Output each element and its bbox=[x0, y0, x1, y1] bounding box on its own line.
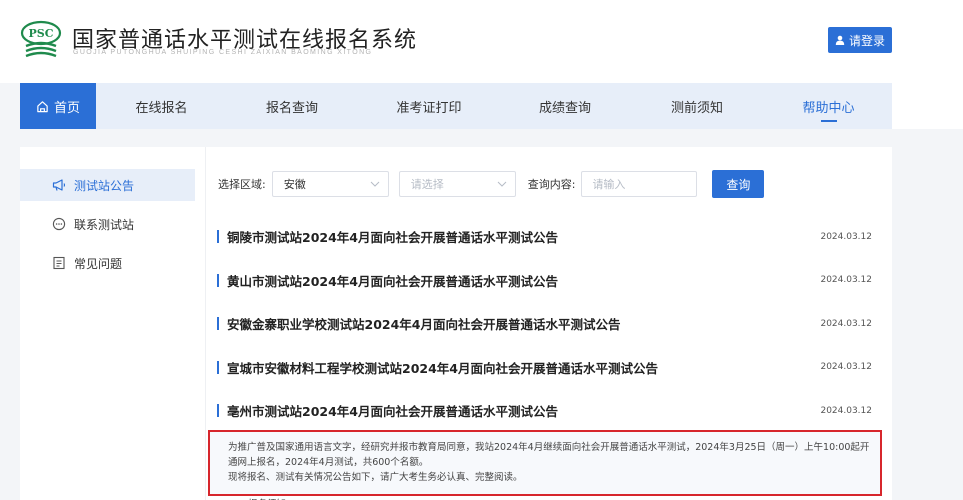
notice-title[interactable]: 宣城市安徽材料工程学校测试站2024年4月面向社会开展普通话水平测试公告 bbox=[227, 358, 658, 377]
notice-detail-excerpt: 为推广普及国家通用语言文字，经研究并报市教育局同意，我站2024年4月继续面向社… bbox=[208, 430, 882, 496]
main-nav: 首页 在线报名 报名查询 准考证打印 成绩查询 测前须知 帮助中心 bbox=[20, 83, 892, 129]
svg-text:PSC: PSC bbox=[29, 27, 54, 40]
nav-home-label: 首页 bbox=[53, 100, 80, 116]
nav-online-register[interactable]: 在线报名 bbox=[96, 83, 227, 129]
title-marker bbox=[217, 230, 219, 244]
filter-bar: 选择区域: 安徽 请选择 查询内容: 查询 bbox=[218, 170, 765, 198]
nav-register-query[interactable]: 报名查询 bbox=[227, 83, 357, 129]
city-select-placeholder: 请选择 bbox=[410, 178, 444, 191]
city-select[interactable]: 请选择 bbox=[398, 171, 516, 197]
notice-title[interactable]: 安徽金寨职业学校测试站2024年4月面向社会开展普通话水平测试公告 bbox=[227, 314, 621, 333]
megaphone-icon bbox=[52, 179, 66, 191]
province-select[interactable]: 安徽 bbox=[271, 171, 389, 197]
sidebar-item-faq[interactable]: 常见问题 bbox=[20, 247, 195, 279]
title-marker bbox=[217, 317, 219, 331]
sidebar: 测试站公告 联系测试站 常见问题 bbox=[20, 169, 195, 286]
nav-home[interactable]: 首页 bbox=[20, 83, 96, 129]
notice-list: 铜陵市测试站2024年4月面向社会开展普通话水平测试公告 2024.03.12 … bbox=[216, 215, 872, 433]
detail-paragraph: 现将报名、测试有关情况公告如下，请广大考生务必认真、完整阅读。 bbox=[228, 472, 523, 483]
notice-date: 2024.03.12 bbox=[820, 275, 872, 286]
login-button[interactable]: 请登录 bbox=[828, 27, 892, 53]
chevron-down-icon bbox=[497, 181, 507, 187]
notice-title[interactable]: 铜陵市测试站2024年4月面向社会开展普通话水平测试公告 bbox=[227, 227, 558, 246]
nav-pre-test-notes[interactable]: 测前须知 bbox=[629, 83, 765, 129]
site-header: PSC 国家普通话水平测试在线报名系统 GUOJIA PUTONGHUA SHU… bbox=[0, 0, 963, 83]
query-input[interactable] bbox=[581, 171, 698, 197]
panel-divider bbox=[205, 147, 206, 500]
chat-icon bbox=[52, 217, 66, 231]
main-panel: 测试站公告 联系测试站 常见问题 选择区域: 安徽 请选择 查询内容: 请输入 … bbox=[20, 147, 892, 500]
title-marker bbox=[217, 404, 219, 418]
notice-date: 2024.03.12 bbox=[820, 362, 872, 373]
nav-score-query[interactable]: 成绩查询 bbox=[501, 83, 629, 129]
notice-title[interactable]: 亳州市测试站2024年4月面向社会开展普通话水平测试公告 bbox=[227, 401, 558, 420]
login-label: 请登录 bbox=[848, 33, 885, 48]
sidebar-item-station-notices[interactable]: 测试站公告 bbox=[20, 169, 195, 201]
notice-item[interactable]: 铜陵市测试站2024年4月面向社会开展普通话水平测试公告 2024.03.12 bbox=[216, 215, 872, 259]
notice-date: 2024.03.12 bbox=[820, 231, 872, 242]
region-label: 选择区域: bbox=[218, 178, 266, 191]
sidebar-item-label: 常见问题 bbox=[74, 256, 123, 271]
province-select-value: 安徽 bbox=[283, 178, 306, 191]
sidebar-item-contact-station[interactable]: 联系测试站 bbox=[20, 208, 195, 240]
site-subtitle: GUOJIA PUTONGHUA SHUIPING CESHI ZAIXIAN … bbox=[73, 49, 373, 56]
notice-date: 2024.03.12 bbox=[820, 405, 872, 416]
title-marker bbox=[217, 360, 219, 374]
notice-item[interactable]: 宣城市安徽材料工程学校测试站2024年4月面向社会开展普通话水平测试公告 202… bbox=[216, 346, 872, 390]
notice-item[interactable]: 黄山市测试站2024年4月面向社会开展普通话水平测试公告 2024.03.12 bbox=[216, 259, 872, 303]
document-icon bbox=[53, 256, 65, 270]
home-icon bbox=[37, 100, 48, 112]
notice-item[interactable]: 安徽金寨职业学校测试站2024年4月面向社会开展普通话水平测试公告 2024.0… bbox=[216, 302, 872, 346]
title-marker bbox=[217, 273, 219, 287]
notice-item[interactable]: 亳州市测试站2024年4月面向社会开展普通话水平测试公告 2024.03.12 bbox=[216, 389, 872, 433]
query-button[interactable]: 查询 bbox=[712, 170, 765, 198]
query-label: 查询内容: bbox=[527, 178, 576, 191]
notice-date: 2024.03.12 bbox=[820, 318, 872, 329]
user-icon bbox=[835, 35, 845, 45]
notice-title[interactable]: 黄山市测试站2024年4月面向社会开展普通话水平测试公告 bbox=[227, 271, 558, 290]
detail-paragraph: 为推广普及国家通用语言文字，经研究并报市教育局同意，我站2024年4月继续面向社… bbox=[228, 442, 870, 468]
sidebar-item-label: 联系测试站 bbox=[74, 217, 135, 232]
nav-admission-ticket-print[interactable]: 准考证打印 bbox=[357, 83, 501, 129]
nav-right-spacer bbox=[892, 83, 963, 129]
psc-logo[interactable]: PSC bbox=[20, 20, 62, 60]
chevron-down-icon bbox=[370, 181, 380, 187]
sidebar-item-label: 测试站公告 bbox=[74, 178, 135, 193]
nav-help-center[interactable]: 帮助中心 bbox=[765, 83, 892, 129]
